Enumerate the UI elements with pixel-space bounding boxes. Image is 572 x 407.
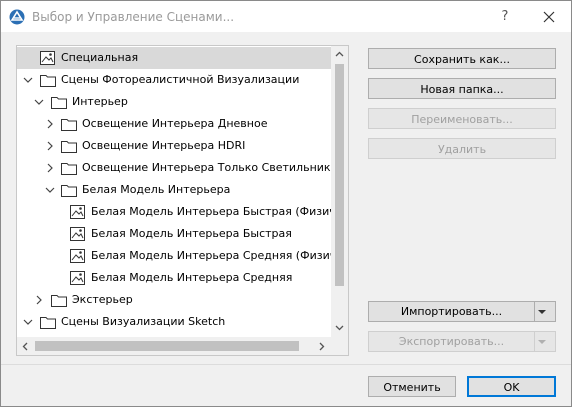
chevron-right-icon[interactable] [45, 141, 55, 151]
tree-item-label: Специальная [61, 51, 139, 64]
tree-item-label: Белая Модель Интерьера Быстрая (Физическ… [91, 205, 331, 218]
scene-icon [70, 205, 85, 219]
horizontal-scroll-thumb[interactable] [35, 341, 299, 351]
horizontal-scrollbar[interactable] [17, 337, 331, 355]
tree-item-white-model[interactable]: Белая Модель Интерьера [17, 179, 331, 201]
tree-item-white-medium[interactable]: Белая Модель Интерьера Средняя [17, 267, 331, 289]
scroll-up-icon[interactable] [335, 51, 344, 57]
scroll-down-icon[interactable] [335, 325, 344, 331]
chevron-right-icon[interactable] [45, 163, 55, 173]
tree-item-photoreal-scenes[interactable]: Сцены Фотореалистичной Визуализации [17, 69, 331, 91]
folder-icon [51, 97, 67, 109]
chevron-down-icon[interactable] [23, 317, 33, 327]
help-button[interactable]: ? [493, 7, 517, 27]
delete-button[interactable]: Удалить [368, 138, 556, 159]
archicad-logo-icon [9, 9, 25, 25]
vertical-scroll-thumb[interactable] [335, 64, 344, 286]
footer-separator [1, 364, 571, 365]
scroll-corner [331, 337, 348, 355]
tree-item-label: Белая Модель Интерьера Средняя [91, 271, 293, 284]
tree-item-label: Освещение Интерьера Только Светильниками [82, 161, 331, 174]
tree-item-label: Интерьер [72, 95, 128, 108]
tree-item-special[interactable]: Специальная [17, 47, 331, 69]
window-title: Выбор и Управление Сценами... [32, 10, 235, 24]
export-button[interactable]: Экспортировать... [369, 332, 535, 351]
tree-item-interior[interactable]: Интерьер [17, 91, 331, 113]
scroll-right-icon[interactable] [319, 342, 325, 351]
import-split-button[interactable]: Импортировать... [368, 301, 556, 322]
scene-icon [70, 271, 85, 285]
scroll-left-icon[interactable] [22, 342, 28, 351]
dialog-window: Выбор и Управление Сценами... ? Специаль… [0, 0, 572, 407]
tree-item-label: Белая Модель Интерьера Быстрая [91, 227, 292, 240]
tree-item-interior-hdri[interactable]: Освещение Интерьера HDRI [17, 135, 331, 157]
scene-icon [40, 51, 55, 65]
folder-icon [61, 119, 77, 131]
tree-item-white-fast[interactable]: Белая Модель Интерьера Быстрая [17, 223, 331, 245]
tree-item-white-medium-physical[interactable]: Белая Модель Интерьера Средняя (Физическ… [17, 245, 331, 267]
rename-button[interactable]: Переименовать... [368, 108, 556, 129]
chevron-right-icon[interactable] [34, 295, 44, 305]
tree-item-interior-daylight[interactable]: Освещение Интерьера Дневное [17, 113, 331, 135]
chevron-down-icon[interactable] [34, 97, 44, 107]
tree-item-label: Белая Модель Интерьера Средняя (Физическ… [91, 249, 331, 262]
tree-item-label: Экстерьер [72, 293, 133, 306]
scene-tree[interactable]: Специальная Сцены Фотореалистичной Визуа… [16, 45, 349, 356]
tree-item-label: Освещение Интерьера Дневное [82, 117, 268, 130]
close-icon [543, 11, 555, 23]
tree-item-white-fast-physical[interactable]: Белая Модель Интерьера Быстрая (Физическ… [17, 201, 331, 223]
folder-icon [40, 317, 56, 329]
folder-icon [40, 75, 56, 87]
save-as-button[interactable]: Сохранить как... [368, 48, 556, 69]
vertical-scrollbar[interactable] [331, 46, 348, 337]
close-button[interactable] [537, 7, 561, 27]
folder-icon [61, 141, 77, 153]
tree-item-exterior[interactable]: Экстерьер [17, 289, 331, 311]
tree-item-label: Освещение Интерьера HDRI [82, 139, 246, 152]
cancel-button[interactable]: Отменить [368, 376, 456, 397]
folder-icon [61, 185, 77, 197]
tree-item-label: Белая Модель Интерьера [82, 183, 231, 196]
new-folder-button[interactable]: Новая папка... [368, 78, 556, 99]
scene-icon [70, 227, 85, 241]
export-split-button[interactable]: Экспортировать... [368, 331, 556, 352]
folder-icon [51, 295, 67, 307]
tree-item-label: Сцены Визуализации Sketch [61, 315, 226, 328]
dropdown-arrow-icon[interactable] [537, 309, 547, 315]
chevron-down-icon[interactable] [45, 185, 55, 195]
scene-icon [70, 249, 85, 263]
chevron-down-icon[interactable] [23, 75, 33, 85]
tree-item-sketch-scenes[interactable]: Сцены Визуализации Sketch [17, 311, 331, 333]
ok-button[interactable]: OK [467, 376, 556, 397]
chevron-right-icon[interactable] [45, 119, 55, 129]
import-button[interactable]: Импортировать... [369, 302, 535, 321]
dropdown-arrow-icon[interactable] [537, 339, 547, 345]
folder-icon [61, 163, 77, 175]
title-bar: Выбор и Управление Сценами... ? [1, 1, 571, 32]
tree-item-interior-lamps[interactable]: Освещение Интерьера Только Светильниками [17, 157, 331, 179]
tree-item-label: Сцены Фотореалистичной Визуализации [61, 73, 300, 86]
